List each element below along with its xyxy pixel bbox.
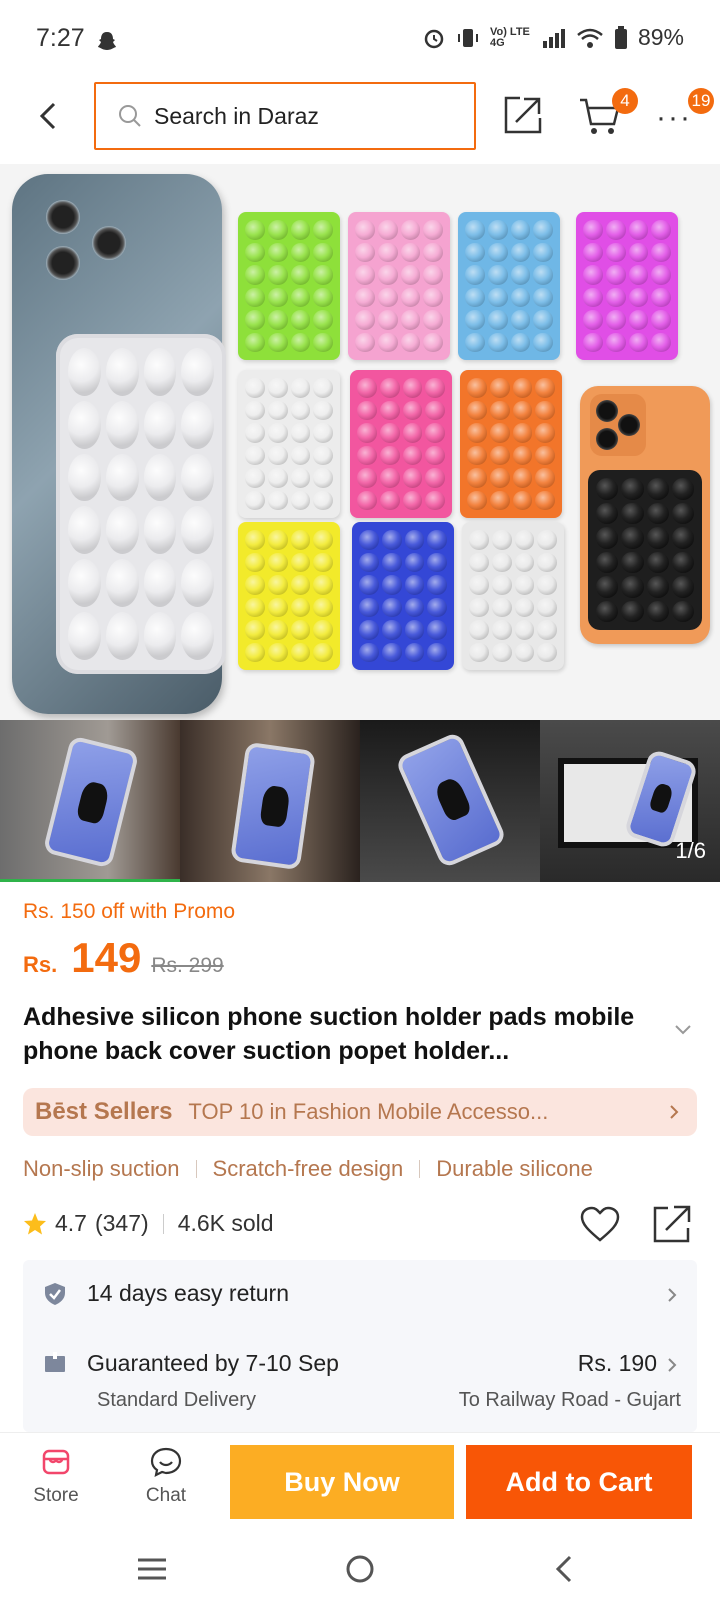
divider: [419, 1160, 421, 1178]
share-icon[interactable]: [502, 94, 544, 136]
status-time: 7:27: [36, 24, 85, 52]
promo-text: Rs. 150 off with Promo: [23, 900, 236, 923]
price-row: Rs. 149 Rs. 299: [23, 934, 224, 982]
rating-row[interactable]: 4.7 (347) 4.6K sold: [23, 1210, 274, 1237]
product-main-image[interactable]: [0, 164, 720, 720]
signal-icon: [542, 28, 565, 48]
best-seller-logo: Bēst Sellers: [35, 1098, 173, 1125]
divider: [162, 1213, 164, 1234]
status-icons: Vo) LTE 4G 89%: [422, 24, 684, 51]
add-to-cart-button[interactable]: Add to Cart: [466, 1445, 692, 1519]
buy-now-button[interactable]: Buy Now: [230, 1445, 454, 1519]
color-suction-pad: [350, 370, 452, 518]
home-icon[interactable]: [340, 1552, 380, 1586]
store-icon: [42, 1449, 70, 1475]
thumbnail-4[interactable]: 1/6: [540, 720, 720, 882]
image-counter: 1/6: [675, 838, 706, 863]
service-info-box: 14 days easy return Guaranteed by 7-10 S…: [23, 1260, 697, 1432]
status-bar: 7:27 Vo) LTE 4G 89%: [0, 0, 720, 80]
chevron-right-icon: [670, 1105, 679, 1119]
best-seller-banner[interactable]: Bēst Sellers TOP 10 in Fashion Mobile Ac…: [23, 1088, 697, 1136]
chat-button[interactable]: Chat: [126, 1447, 206, 1507]
black-suction-pad: [588, 470, 702, 630]
color-suction-pad: [238, 522, 340, 670]
color-suction-pad: [352, 522, 454, 670]
vibrate-icon: [457, 28, 478, 47]
cart-count-badge: 4: [612, 88, 638, 114]
color-suction-pad: [460, 370, 562, 518]
chevron-right-icon: [668, 1288, 677, 1302]
phone-illustration: [12, 174, 226, 714]
star-icon: [24, 1212, 46, 1234]
feature-tag: Durable silicone: [436, 1156, 593, 1181]
color-suction-pad: [458, 212, 560, 360]
notification-badge: 19: [688, 88, 714, 114]
header: Search in Daraz 4 ··· 19: [0, 80, 720, 162]
menu-icon[interactable]: [132, 1552, 172, 1586]
network-label: Vo) LTE 4G: [489, 25, 530, 49]
best-seller-text: TOP 10 in Fashion Mobile Accesso...: [188, 1099, 549, 1124]
review-count: (347): [94, 1210, 149, 1236]
white-suction-pad: [56, 334, 226, 674]
feature-tag: Non-slip suction: [23, 1156, 180, 1181]
chat-icon: [150, 1447, 182, 1477]
delivery-destination: To Railway Road - Gujart: [458, 1389, 681, 1411]
sold-count: 4.6K sold: [177, 1210, 274, 1236]
color-suction-pad: [576, 212, 678, 360]
original-price: Rs. 299: [151, 954, 224, 977]
feature-tag: Scratch-free design: [212, 1156, 404, 1181]
nav-back-icon[interactable]: [546, 1552, 586, 1586]
color-suction-pad: [462, 522, 564, 670]
product-title[interactable]: Adhesive silicon phone suction holder pa…: [23, 1000, 663, 1068]
chat-label: Chat: [145, 1485, 187, 1506]
share-icon[interactable]: [652, 1204, 692, 1244]
color-suction-pad: [238, 370, 340, 518]
rating-value: 4.7: [55, 1210, 87, 1236]
shield-icon: [45, 1283, 65, 1305]
return-policy-row[interactable]: 14 days easy return: [23, 1260, 697, 1330]
store-button[interactable]: Store: [16, 1447, 96, 1507]
thumbnail-strip: 1/6: [0, 720, 720, 882]
currency-label: Rs.: [23, 952, 58, 977]
system-nav-bar: [0, 1530, 720, 1608]
delivery-price: Rs. 190: [577, 1350, 657, 1376]
divider: [195, 1160, 197, 1178]
orange-phone-illustration: [580, 386, 710, 644]
thumbnail-3[interactable]: [360, 720, 540, 882]
chevron-down-icon[interactable]: [674, 1024, 692, 1036]
return-label: 14 days easy return: [87, 1280, 290, 1306]
search-input[interactable]: Search in Daraz: [94, 82, 476, 150]
search-icon: [119, 105, 141, 127]
heart-icon[interactable]: [580, 1206, 620, 1244]
delivery-type: Standard Delivery: [97, 1389, 256, 1411]
current-price: 149: [71, 934, 142, 981]
battery-icon: [614, 25, 627, 49]
back-icon[interactable]: [30, 96, 70, 136]
battery-level: 89%: [637, 24, 684, 50]
delivery-row[interactable]: Guaranteed by 7-10 Sep Rs. 190 Standard …: [23, 1330, 697, 1432]
color-suction-pad: [348, 212, 450, 360]
thumbnail-1[interactable]: [0, 720, 180, 882]
chevron-right-icon: [668, 1358, 677, 1372]
delivery-guarantee: Guaranteed by 7-10 Sep: [87, 1350, 339, 1376]
delivery-icon: [45, 1352, 65, 1372]
thumbnail-2[interactable]: [180, 720, 360, 882]
alarm-icon: [424, 29, 444, 48]
color-suction-pad: [238, 212, 340, 360]
search-placeholder: Search in Daraz: [154, 102, 319, 129]
wifi-icon: [577, 28, 603, 48]
store-label: Store: [33, 1485, 79, 1506]
snapchat-ghost-icon: [98, 32, 116, 50]
bottom-action-bar: Store Chat Buy Now Add to Cart: [0, 1432, 720, 1530]
feature-tags: Non-slip suction Scratch-free design Dur…: [23, 1156, 593, 1182]
